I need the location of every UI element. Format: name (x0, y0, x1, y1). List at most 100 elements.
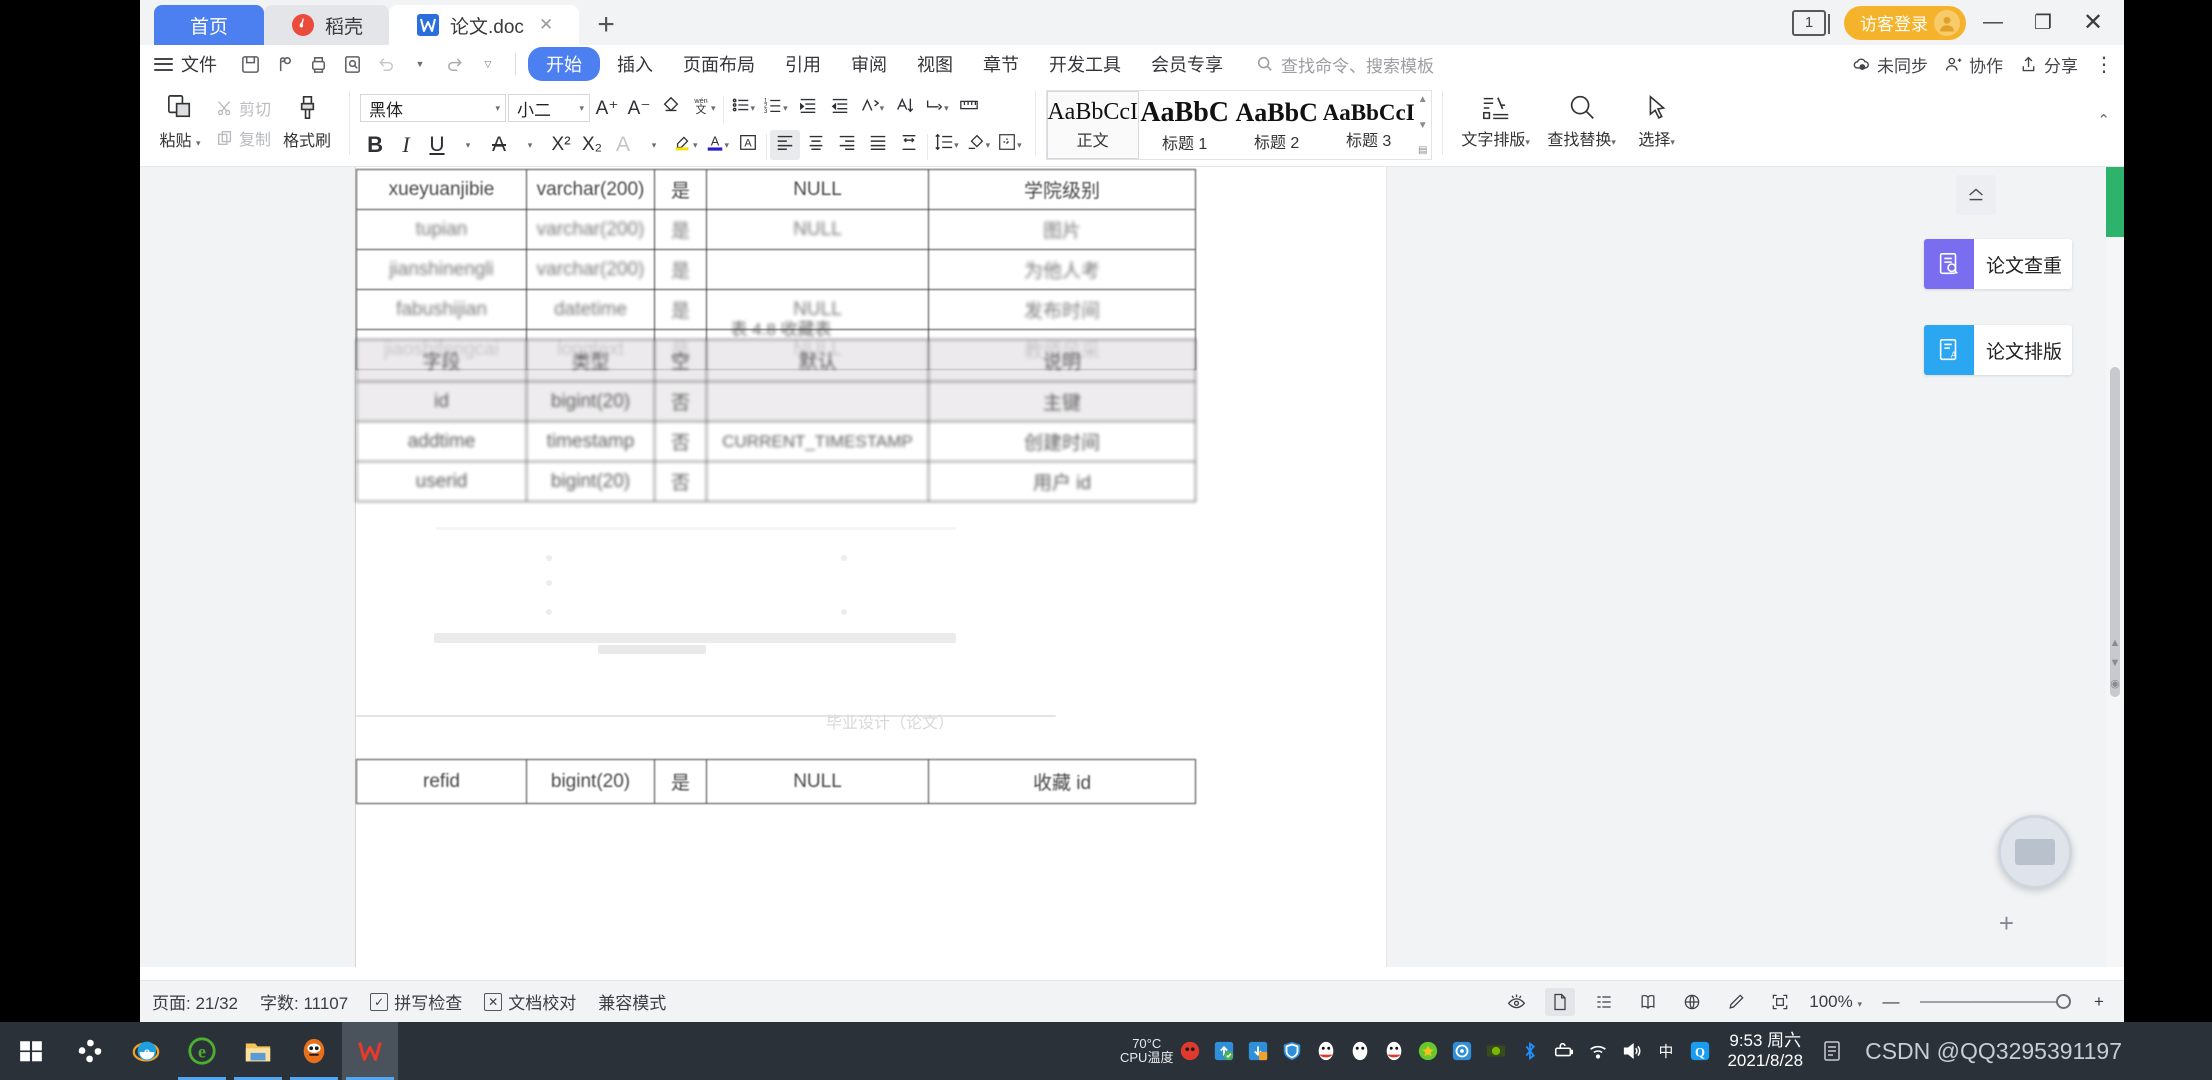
undo-dropdown-icon[interactable]: ▼ (403, 49, 437, 79)
align-right-button[interactable] (832, 130, 862, 160)
volume-icon[interactable] (1615, 1022, 1649, 1080)
style-heading2[interactable]: AaBbC 标题 2 (1231, 91, 1323, 159)
copy-button[interactable]: 复制 (212, 125, 275, 151)
vertical-scrollbar[interactable]: ▲ ▼ ◉ (2106, 167, 2124, 967)
style-heading1[interactable]: AaBbC 标题 1 (1139, 91, 1231, 159)
shading-button[interactable]: ▾ (963, 130, 994, 160)
sync-down-icon[interactable] (1241, 1022, 1275, 1080)
web-view-icon[interactable] (1677, 988, 1707, 1016)
number-list-button[interactable]: 123 ▾ (760, 93, 791, 123)
wifi-icon[interactable] (1581, 1022, 1615, 1080)
qq-2-icon[interactable] (1343, 1022, 1377, 1080)
font-color-button[interactable]: A ▾ (702, 130, 733, 160)
minimize-button[interactable]: — (1970, 0, 2016, 45)
nvidia-icon[interactable] (1479, 1022, 1513, 1080)
security-shield-icon[interactable] (1275, 1022, 1309, 1080)
find-replace-button[interactable]: 查找替换▾ (1539, 87, 1625, 150)
paragraph-layout-button[interactable]: ▾ (857, 93, 888, 123)
paper-layout-button[interactable]: A 论文排版 (1924, 325, 2072, 375)
subscript-button[interactable]: X₂ (577, 130, 607, 160)
360-icon[interactable] (1173, 1022, 1207, 1080)
ruler-button[interactable] (954, 93, 984, 123)
panel-collapse-button[interactable] (1956, 175, 1996, 215)
command-search[interactable]: 查找命令、搜索模板 (1256, 52, 1434, 77)
floating-widget[interactable] (1998, 815, 2072, 889)
battery-icon[interactable] (1547, 1022, 1581, 1080)
tab-chapter[interactable]: 章节 (970, 48, 1032, 80)
document-count-badge[interactable]: 1 (1792, 9, 1830, 36)
qq-3-icon[interactable] (1377, 1022, 1411, 1080)
share-button[interactable]: 分享 (2019, 52, 2078, 77)
tab-page-layout[interactable]: 页面布局 (670, 48, 768, 80)
italic-button[interactable]: I (391, 130, 421, 160)
shrink-font-button[interactable]: A⁻ (624, 93, 654, 123)
highlight-button[interactable]: ▾ (670, 130, 701, 160)
action-center-icon[interactable] (1815, 1022, 1849, 1080)
scroll-next-page-icon[interactable]: ▼ (2108, 657, 2122, 669)
grow-font-button[interactable]: A⁺ (592, 93, 622, 123)
tab-developer[interactable]: 开发工具 (1036, 48, 1134, 80)
line-spacing-button[interactable]: ▾ (931, 130, 962, 160)
collaborate-button[interactable]: 协作 (1944, 52, 2003, 77)
redo-icon[interactable] (437, 49, 471, 79)
eye-icon[interactable] (1501, 988, 1531, 1016)
bluetooth-icon[interactable] (1513, 1022, 1547, 1080)
tab-home[interactable]: 首页 (154, 5, 264, 45)
sort-button[interactable] (889, 93, 919, 123)
green-plugin-icon[interactable] (1411, 1022, 1445, 1080)
style-gallery-scroll[interactable]: ▲ ▼ ▤ (1415, 91, 1431, 159)
underline-button[interactable]: U (422, 130, 452, 160)
wps-icon[interactable] (342, 1022, 398, 1080)
text-layout-button[interactable]: 文字排版▾ (1453, 87, 1539, 150)
scroll-select-icon[interactable]: ◉ (2108, 677, 2122, 690)
tab-daoke[interactable]: 稻壳 (264, 5, 390, 45)
taskbar-clock[interactable]: 9:53 周六 2021/8/28 (1727, 1031, 1803, 1070)
page-indicator[interactable]: 页面: 21/32 (152, 989, 238, 1014)
align-center-button[interactable] (801, 130, 831, 160)
search-doc-icon[interactable] (335, 49, 369, 79)
page-view-icon[interactable] (1545, 987, 1576, 1016)
sync-up-icon[interactable] (1207, 1022, 1241, 1080)
distribute-button[interactable] (894, 130, 924, 160)
decrease-indent-button[interactable] (793, 93, 823, 123)
select-button[interactable]: 选择▾ (1625, 87, 1689, 150)
outline-view-icon[interactable] (1589, 988, 1619, 1016)
char-border-button[interactable]: A (733, 130, 763, 160)
tab-document[interactable]: 论文.doc ✕ (389, 5, 580, 45)
qq-1-icon[interactable] (1309, 1022, 1343, 1080)
new-tab-button[interactable]: + (579, 5, 633, 45)
zoom-level[interactable]: 100% ▾ (1809, 992, 1862, 1012)
superscript-button[interactable]: X² (546, 130, 576, 160)
spellcheck-button[interactable]: ✓ 拼写检查 (370, 989, 462, 1014)
align-justify-button[interactable] (863, 130, 893, 160)
underline-dropdown[interactable]: ▾ (453, 130, 483, 160)
document-canvas[interactable]: xueyuanjibie varchar(200) 是 NULL 学院级别 tu… (140, 167, 2124, 967)
tab-start[interactable]: 开始 (528, 47, 600, 81)
ime-icon[interactable]: 中 (1649, 1022, 1683, 1080)
ie-icon[interactable]: e (118, 1022, 174, 1080)
qq-browser-icon[interactable]: Q (1683, 1022, 1717, 1080)
strikethrough-button[interactable]: A (484, 130, 514, 160)
borders-button[interactable]: ▾ (994, 130, 1025, 160)
increase-indent-button[interactable] (825, 93, 855, 123)
strikethrough-dropdown[interactable]: ▾ (515, 130, 545, 160)
read-view-icon[interactable] (1633, 988, 1663, 1016)
format-painter-button[interactable]: 格式刷 (275, 87, 339, 151)
cut-button[interactable]: 剪切 (212, 95, 275, 121)
360browser-icon[interactable]: e (174, 1022, 230, 1080)
sogou-icon[interactable] (62, 1022, 118, 1080)
zoom-out-button[interactable]: — (1876, 988, 1906, 1016)
clear-format-button[interactable] (656, 93, 686, 123)
proofread-button[interactable]: ✕ 文档校对 (484, 989, 576, 1014)
document-page[interactable]: xueyuanjibie varchar(200) 是 NULL 学院级别 tu… (356, 167, 1386, 967)
tab-review[interactable]: 审阅 (838, 48, 900, 80)
print-icon[interactable] (301, 49, 335, 79)
text-effect-dropdown[interactable]: ▾ (639, 130, 669, 160)
windows-start-icon[interactable] (0, 1022, 62, 1080)
add-page-icon[interactable]: + (1999, 908, 2014, 939)
tab-member[interactable]: 会员专享 (1138, 48, 1236, 80)
file-explorer-icon[interactable] (230, 1022, 286, 1080)
style-normal[interactable]: AaBbCcI 正文 (1046, 91, 1139, 159)
zoom-in-button[interactable]: + (2084, 988, 2114, 1016)
font-size-select[interactable]: 小二 ▾ (508, 94, 591, 122)
